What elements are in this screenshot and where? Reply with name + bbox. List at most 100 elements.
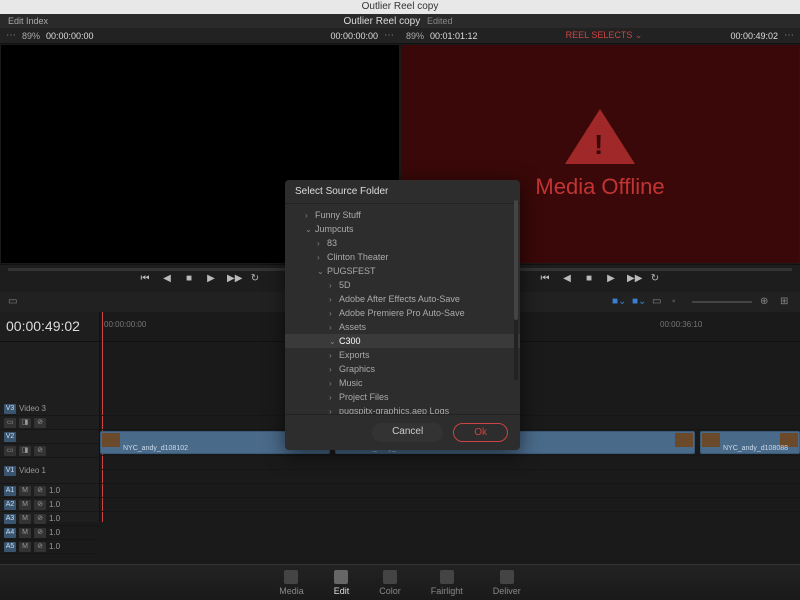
stop-icon[interactable]: ■ (183, 273, 195, 285)
track-selector[interactable]: A1 (4, 486, 16, 496)
folder-item[interactable]: ›Project Files (285, 390, 520, 404)
step-fwd-icon[interactable]: ▶▶ (627, 273, 639, 285)
marker-icon[interactable]: ◦ (672, 296, 684, 308)
options-icon[interactable]: ⋯ (384, 30, 394, 41)
track-selector[interactable]: A5 (4, 542, 16, 552)
edit-index-button[interactable]: Edit Index (0, 16, 56, 26)
mute-icon[interactable]: M (19, 500, 31, 510)
track-selector[interactable]: V2 (4, 432, 16, 442)
zoom-slider[interactable] (692, 301, 752, 303)
snap-icon[interactable]: ■⌄ (612, 296, 624, 308)
cancel-button[interactable]: Cancel (372, 423, 443, 442)
auto-select-icon[interactable]: ◨ (19, 418, 31, 428)
video-track-header[interactable]: V1Video 1 (0, 458, 99, 484)
reel-selects-menu[interactable]: REEL SELECTS ⌄ (566, 30, 643, 41)
color-page-tab[interactable]: Color (379, 570, 401, 596)
customize-icon[interactable]: ⊞ (780, 296, 792, 308)
stop-icon[interactable]: ■ (583, 273, 595, 285)
track-selector[interactable]: V3 (4, 404, 16, 414)
video-track-controls[interactable]: ▭◨⊘ (0, 416, 99, 430)
loop-icon[interactable]: ↻ (249, 273, 261, 285)
folder-tree[interactable]: ›Funny Stuff⌄Jumpcuts›83›Clinton Theater… (285, 204, 520, 414)
audio-track-header[interactable]: A3M⊘1.0 (0, 512, 99, 526)
auto-select-icon[interactable]: ◨ (19, 446, 31, 456)
audio-track-header[interactable]: A1M⊘1.0 (0, 484, 99, 498)
solo-icon[interactable]: ⊘ (34, 514, 46, 524)
link-icon[interactable]: ■⌄ (632, 296, 644, 308)
track-a2-lane[interactable] (100, 470, 800, 484)
loop-icon[interactable]: ↻ (649, 273, 661, 285)
folder-item[interactable]: ›Assets (285, 320, 520, 334)
play-icon[interactable]: ▶ (605, 273, 617, 285)
deliver-page-tab[interactable]: Deliver (493, 570, 521, 596)
timeline-tc-in: 00:01:01:12 (430, 31, 478, 41)
options-icon[interactable]: ⋯ (784, 30, 794, 41)
disable-icon[interactable]: ⊘ (34, 446, 46, 456)
lock-icon[interactable]: ▭ (4, 418, 16, 428)
mute-icon[interactable]: M (19, 486, 31, 496)
lock-icon[interactable]: ▭ (4, 446, 16, 456)
audio-track-header[interactable]: A5M⊘1.0 (0, 540, 99, 554)
folder-item[interactable]: ⌄C300 (285, 334, 520, 348)
solo-icon[interactable]: ⊘ (34, 486, 46, 496)
folder-item[interactable]: ›Adobe Premiere Pro Auto-Save (285, 306, 520, 320)
timeline-zoom[interactable]: 89% (406, 31, 424, 41)
folder-item[interactable]: ›Exports (285, 348, 520, 362)
media-page-tab[interactable]: Media (279, 570, 304, 596)
folder-item[interactable]: ›pugspitx-graphics.aep Logs (285, 404, 520, 414)
step-fwd-icon[interactable]: ▶▶ (227, 273, 239, 285)
track-selector[interactable]: A2 (4, 500, 16, 510)
master-timecode[interactable]: 00:00:49:02 (0, 312, 99, 342)
scrollbar-thumb[interactable] (514, 204, 518, 320)
folder-item[interactable]: ⌄Jumpcuts (285, 222, 520, 236)
step-back-icon[interactable]: ◀ (561, 273, 573, 285)
folder-item[interactable]: ›Clinton Theater (285, 250, 520, 264)
video-clip[interactable]: NYC_andy_d108088 (700, 431, 800, 454)
fairlight-page-tab[interactable]: Fairlight (431, 570, 463, 596)
ok-button[interactable]: Ok (453, 423, 508, 442)
solo-icon[interactable]: ⊘ (34, 528, 46, 538)
track-a3-lane[interactable] (100, 484, 800, 498)
folder-item[interactable]: ›Music (285, 376, 520, 390)
folder-item[interactable]: ›Adobe After Effects Auto-Save (285, 292, 520, 306)
media-icon (284, 570, 298, 584)
options-icon[interactable]: ⋯ (6, 30, 16, 41)
chevron-icon: › (329, 407, 339, 415)
scrollbar[interactable] (514, 204, 518, 380)
track-a4-lane[interactable] (100, 498, 800, 512)
track-selector[interactable]: A3 (4, 514, 16, 524)
play-icon[interactable]: ▶ (205, 273, 217, 285)
mute-icon[interactable]: M (19, 542, 31, 552)
disable-icon[interactable]: ⊘ (34, 418, 46, 428)
folder-item[interactable]: ›Funny Stuff (285, 208, 520, 222)
track-a1-lane[interactable] (100, 456, 800, 470)
video-track-header[interactable]: V3Video 3 (0, 402, 99, 416)
solo-icon[interactable]: ⊘ (34, 542, 46, 552)
jump-start-icon[interactable]: ⏮ (539, 273, 551, 285)
media-offline-label: Media Offline (535, 174, 664, 200)
folder-item[interactable]: ›Graphics (285, 362, 520, 376)
edit-page-tab[interactable]: Edit (334, 570, 350, 596)
solo-icon[interactable]: ⊘ (34, 500, 46, 510)
zoom-fit-icon[interactable]: ⊕ (760, 296, 772, 308)
chevron-icon: › (329, 309, 339, 318)
track-selector[interactable]: V1 (4, 466, 16, 476)
audio-track-header[interactable]: A4M⊘1.0 (0, 526, 99, 540)
video-track-header[interactable]: V2 (0, 430, 99, 444)
jump-start-icon[interactable]: ⏮ (139, 273, 151, 285)
selection-tool-icon[interactable]: ▭ (8, 296, 20, 308)
folder-item[interactable]: ›83 (285, 236, 520, 250)
track-a5-lane[interactable] (100, 512, 800, 522)
folder-item[interactable]: ⌄PUGSFEST (285, 264, 520, 278)
mute-icon[interactable]: M (19, 528, 31, 538)
video-track-controls[interactable]: ▭◨⊘ (0, 444, 99, 458)
mute-icon[interactable]: M (19, 514, 31, 524)
track-name: Video 1 (19, 466, 46, 475)
audio-track-header[interactable]: A2M⊘1.0 (0, 498, 99, 512)
folder-item[interactable]: ›5D (285, 278, 520, 292)
source-zoom[interactable]: 89% (22, 31, 40, 41)
flag-icon[interactable]: ▭ (652, 296, 664, 308)
track-selector[interactable]: A4 (4, 528, 16, 538)
color-icon (383, 570, 397, 584)
step-back-icon[interactable]: ◀ (161, 273, 173, 285)
